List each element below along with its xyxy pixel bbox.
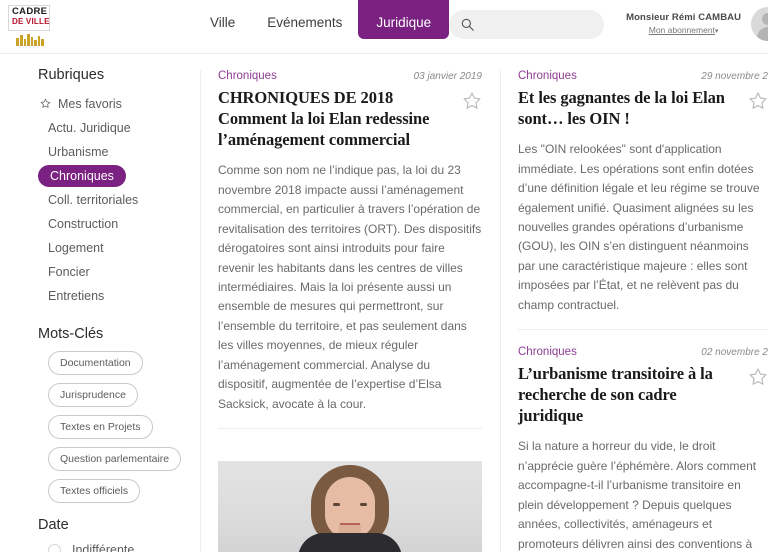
sidebar-item-chroniques[interactable]: Chroniques bbox=[38, 165, 126, 187]
tag-documentation[interactable]: Documentation bbox=[48, 351, 143, 375]
article-meta: Chroniques 02 novembre 2 bbox=[518, 346, 768, 358]
search-icon bbox=[461, 18, 474, 31]
user-menu[interactable]: Monsieur Rémi CAMBAU Mon abonnement▾ bbox=[626, 12, 741, 37]
article-title[interactable]: Et les gagnantes de la loi Elan sont… le… bbox=[518, 87, 748, 129]
article-card: Chroniques 29 novembre 2 Et les gagnante… bbox=[518, 54, 768, 315]
article-category[interactable]: Chroniques bbox=[218, 70, 277, 82]
favorite-star-icon[interactable] bbox=[748, 91, 768, 111]
date-option-indifferente[interactable]: Indifférente bbox=[0, 541, 200, 552]
page-body: Rubriques Mes favoris Actu. Juridique Ur… bbox=[0, 54, 768, 552]
sidebar-item-urbanisme[interactable]: Urbanisme bbox=[0, 140, 200, 164]
skyline-icon bbox=[16, 34, 44, 46]
sidebar-rubriques-list: Mes favoris Actu. Juridique Urbanisme Ch… bbox=[0, 92, 200, 308]
article-title-row: L’urbanisme transitoire à la recherche d… bbox=[518, 363, 768, 426]
article-excerpt: Si la nature a horreur du vide, le droit… bbox=[518, 439, 757, 551]
radio-icon bbox=[48, 543, 61, 552]
article-title[interactable]: L’urbanisme transitoire à la recherche d… bbox=[518, 363, 748, 426]
right-column: Chroniques 29 novembre 2 Et les gagnante… bbox=[500, 54, 768, 552]
nav-item-evenements[interactable]: Evénements bbox=[251, 0, 358, 45]
middle-column: Chroniques 03 janvier 2019 CHRONIQUES DE… bbox=[200, 54, 500, 552]
article-meta: Chroniques 03 janvier 2019 bbox=[218, 70, 482, 82]
article-category[interactable]: Chroniques bbox=[518, 346, 577, 358]
search-input[interactable] bbox=[481, 17, 592, 31]
sidebar-item-mes-favoris[interactable]: Mes favoris bbox=[0, 92, 200, 116]
article-thumbnail[interactable] bbox=[218, 461, 482, 552]
logo-text-deville: DE VILLE bbox=[12, 17, 50, 26]
subscription-link[interactable]: Mon abonnement▾ bbox=[626, 25, 741, 37]
sidebar-item-logement[interactable]: Logement bbox=[0, 236, 200, 260]
sidebar-heading-mots-cles: Mots-Clés bbox=[38, 326, 104, 342]
nav-item-juridique[interactable]: Juridique bbox=[358, 0, 450, 39]
date-option-label: Indifférente bbox=[72, 543, 135, 552]
keyword-tag-list: Documentation Jurisprudence Textes en Pr… bbox=[0, 351, 200, 511]
header-right: Monsieur Rémi CAMBAU Mon abonnement▾ bbox=[449, 0, 768, 48]
article-title-row: Et les gagnantes de la loi Elan sont… le… bbox=[518, 87, 768, 129]
tag-question-parlementaire[interactable]: Question parlementaire bbox=[48, 447, 182, 471]
avatar[interactable] bbox=[751, 7, 768, 41]
column-divider bbox=[200, 70, 201, 552]
article-title[interactable]: CHRONIQUES DE 2018 Comment la loi Elan r… bbox=[218, 87, 462, 150]
sidebar-heading-date: Date bbox=[38, 517, 69, 533]
article-date: 29 novembre 2 bbox=[701, 71, 768, 82]
article-date: 02 novembre 2 bbox=[701, 347, 768, 359]
sidebar-item-actu-juridique[interactable]: Actu. Juridique bbox=[0, 116, 200, 140]
favorite-star-icon[interactable] bbox=[748, 367, 768, 387]
subscription-label: Mon abonnement bbox=[648, 24, 715, 35]
tag-textes-en-projets[interactable]: Textes en Projets bbox=[48, 415, 153, 439]
article-title-row: CHRONIQUES DE 2018 Comment la loi Elan r… bbox=[218, 87, 482, 150]
tag-jurisprudence[interactable]: Jurisprudence bbox=[48, 383, 138, 407]
chevron-down-icon: ▾ bbox=[714, 27, 719, 35]
article-date: 03 janvier 2019 bbox=[413, 71, 482, 82]
sidebar-item-entretiens[interactable]: Entretiens bbox=[0, 284, 200, 308]
main-nav: Ville Evénements Juridique bbox=[194, 0, 450, 53]
sidebar-item-construction[interactable]: Construction bbox=[0, 212, 200, 236]
article-card: Chroniques 02 novembre 2 L’urbanisme tra… bbox=[518, 329, 768, 552]
article-category[interactable]: Chroniques bbox=[518, 70, 577, 82]
nav-item-ville[interactable]: Ville bbox=[194, 0, 251, 45]
star-icon bbox=[40, 98, 51, 108]
thumbnail-eye-right bbox=[360, 503, 367, 507]
thumbnail-body bbox=[298, 533, 402, 552]
site-header: CADRE DE VILLE Ville Evénements Juridiqu… bbox=[0, 0, 768, 54]
article-card: Chroniques 08 novembre 2018 Salve de rec… bbox=[218, 428, 482, 552]
logo-text-cadre: CADRE bbox=[12, 6, 48, 17]
article-excerpt: Les "OIN relookées" sont d'application i… bbox=[518, 142, 760, 312]
sidebar-item-foncier[interactable]: Foncier bbox=[0, 260, 200, 284]
column-divider bbox=[500, 70, 501, 552]
sidebar-item-coll-territoriales[interactable]: Coll. territoriales bbox=[0, 188, 200, 212]
sidebar-item-chroniques-wrap: Chroniques bbox=[0, 164, 200, 188]
tag-textes-officiels[interactable]: Textes officiels bbox=[48, 479, 141, 503]
article-meta: Chroniques 29 novembre 2 bbox=[518, 70, 768, 82]
sidebar: Rubriques Mes favoris Actu. Juridique Ur… bbox=[0, 54, 200, 552]
search-box[interactable] bbox=[449, 9, 605, 39]
article-card: Chroniques 03 janvier 2019 CHRONIQUES DE… bbox=[218, 54, 482, 414]
sidebar-heading-rubriques: Rubriques bbox=[38, 67, 105, 83]
user-name: Monsieur Rémi CAMBAU bbox=[626, 11, 742, 23]
date-filter-group: Indifférente Aujourd'hui Cette semaine C… bbox=[0, 541, 200, 552]
logo[interactable]: CADRE DE VILLE bbox=[6, 3, 52, 49]
thumbnail-eye-left bbox=[333, 503, 340, 507]
favorite-star-icon[interactable] bbox=[462, 91, 482, 111]
article-excerpt: Comme son nom ne l’indique pas, la loi d… bbox=[218, 163, 482, 411]
sidebar-item-label: Mes favoris bbox=[58, 97, 122, 111]
